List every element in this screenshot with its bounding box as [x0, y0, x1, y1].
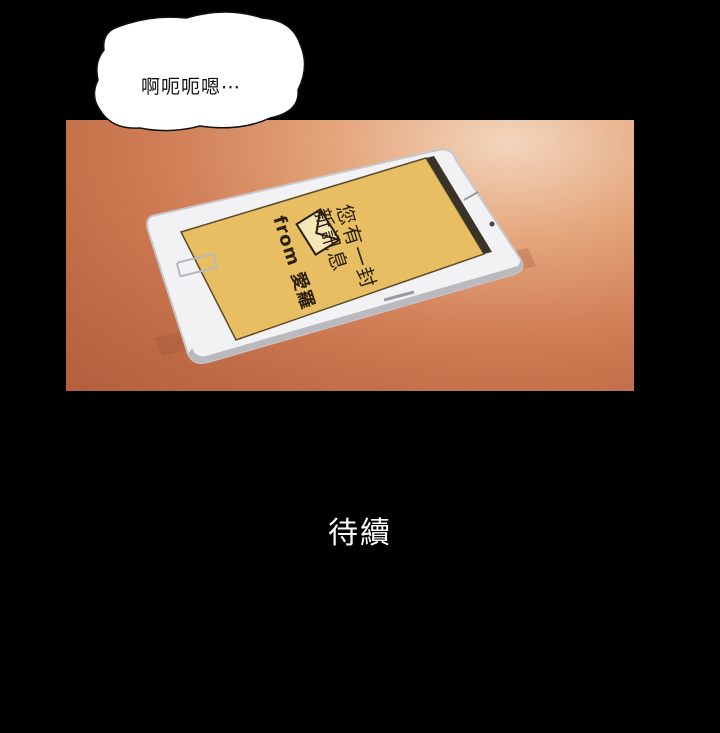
- speech-bubble: [93, 11, 306, 132]
- to-be-continued-text: 待續: [328, 516, 392, 551]
- camera-icon: [489, 221, 495, 227]
- comic-panel: 您有一封 新訊息 from 愛羅: [66, 120, 634, 391]
- speech-bubble-text: 啊呃呃嗯⋯: [141, 76, 242, 98]
